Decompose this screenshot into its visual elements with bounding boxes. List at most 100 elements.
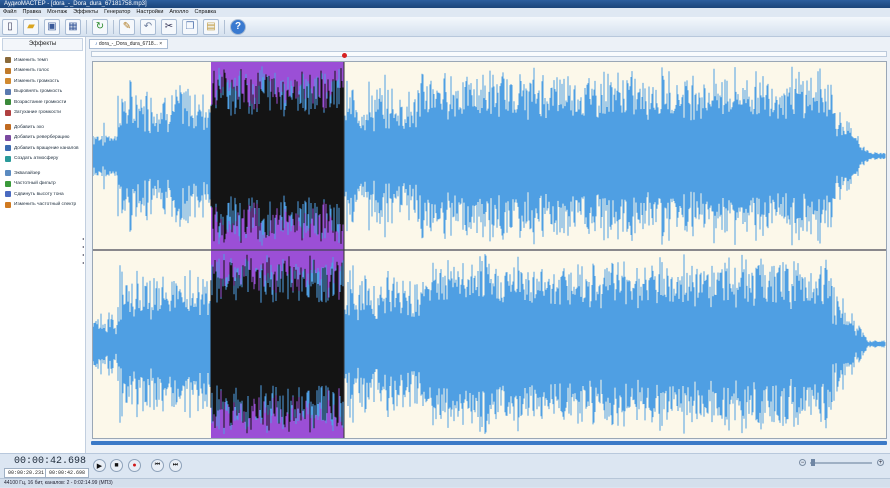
stop-icon: ■ <box>114 462 119 469</box>
selection-end-field[interactable]: 00:00:42.698 <box>45 468 90 478</box>
effects-list: Изменить темп Изменить голос Изменить гром… <box>0 55 85 210</box>
effect-item[interactable]: Сдвинуть высоту тона <box>0 189 85 200</box>
effect-label: Затухание громкости <box>14 110 61 116</box>
effect-icon <box>5 180 11 187</box>
zoom-slider-track[interactable] <box>810 462 872 464</box>
skip-back-button[interactable]: ⏮ <box>151 459 164 472</box>
menu-generator[interactable]: Генератор <box>104 8 130 17</box>
copy-icon: ❐ <box>185 21 195 32</box>
effect-item[interactable]: Добавить эхо <box>0 122 85 133</box>
effect-item[interactable]: Добавить вращение каналов <box>0 143 85 154</box>
cut-button[interactable]: ✂ <box>161 18 177 35</box>
refresh-button[interactable]: ↻ <box>92 18 108 35</box>
menu-apollo[interactable]: Аполло <box>169 8 188 17</box>
effect-item[interactable]: Изменить частотный спектр <box>0 200 85 211</box>
save-as-button[interactable]: ▦ <box>65 18 81 35</box>
chevron-left-icon: ◂ <box>82 244 85 249</box>
play-button[interactable]: ▶ <box>93 459 106 472</box>
effects-panel: Эффекты Изменить темп Изменить голос Измен… <box>0 37 86 476</box>
effect-label: Изменить голос <box>14 68 50 74</box>
play-icon: ▶ <box>96 462 103 470</box>
menu-effects[interactable]: Эффекты <box>73 8 98 17</box>
stop-button[interactable]: ■ <box>110 459 123 472</box>
transport-bar: 00:00:42.698 00:00:20.231 00:00:42.698 ▶… <box>0 453 890 478</box>
effect-item[interactable]: Затухание громкости <box>0 108 85 119</box>
effect-item[interactable]: Добавить реверберацию <box>0 133 85 144</box>
zoom-slider-thumb[interactable] <box>811 459 815 466</box>
effect-icon <box>5 67 11 74</box>
menu-montage[interactable]: Монтаж <box>47 8 67 17</box>
open-file-button[interactable]: ▰ <box>23 18 39 35</box>
effect-item[interactable]: Частотный фильтр <box>0 179 85 190</box>
selected-wave <box>210 254 344 434</box>
playhead-marker[interactable] <box>342 53 347 58</box>
toolbar: ▯ ▰ ▣ ▦ ↻ ✎ ↶ ✂ ❐ ▤ ? <box>0 17 890 37</box>
menu-settings[interactable]: Настройки <box>136 8 163 17</box>
waveform-view[interactable] <box>92 61 887 439</box>
close-icon[interactable]: × <box>159 41 162 47</box>
effect-icon <box>5 145 11 152</box>
effect-item[interactable]: Изменить темп <box>0 55 85 66</box>
effect-icon <box>5 124 11 131</box>
paste-icon: ▤ <box>206 21 216 32</box>
menu-help[interactable]: Справка <box>195 8 217 17</box>
menu-edit[interactable]: Правка <box>23 8 42 17</box>
toolbar-separator <box>113 19 114 34</box>
timeline-ruler[interactable] <box>91 51 887 57</box>
effect-label: Изменить частотный спектр <box>14 202 77 208</box>
effect-label: Выровнять громкость <box>14 89 63 95</box>
copy-button[interactable]: ❐ <box>182 18 198 35</box>
file-tab[interactable]: ♪ dora_-_Dora_dura_6718... × <box>89 39 169 49</box>
scissors-icon: ✂ <box>164 21 174 32</box>
effect-icon <box>5 57 11 64</box>
skip-forward-button[interactable]: ⏭ <box>169 459 182 472</box>
effect-item[interactable]: Создать атмосферу <box>0 154 85 165</box>
effect-icon <box>5 155 11 162</box>
save-file-button[interactable]: ▣ <box>44 18 60 35</box>
file-tab-label: dora_-_Dora_dura_6718... <box>98 41 158 47</box>
effects-header: Эффекты <box>2 38 83 51</box>
effect-icon <box>5 88 11 95</box>
help-icon: ? <box>234 21 242 32</box>
effect-icon <box>5 78 11 85</box>
effect-item[interactable]: Эквалайзер <box>0 168 85 179</box>
menu-file[interactable]: Файл <box>3 8 17 17</box>
effect-label: Частотный фильтр <box>14 181 56 187</box>
effect-icon <box>5 134 11 141</box>
effect-item[interactable]: Выровнять громкость <box>0 87 85 98</box>
toolbar-separator <box>86 19 87 34</box>
effect-icon <box>5 170 11 177</box>
save-icon: ▣ <box>47 21 57 32</box>
horizontal-scrollbar[interactable] <box>91 441 887 445</box>
undo-icon: ↶ <box>143 21 153 32</box>
effect-item[interactable]: Изменить голос <box>0 66 85 77</box>
effect-item[interactable]: Изменить громкость <box>0 76 85 87</box>
effect-label: Создать атмосферу <box>14 156 59 162</box>
selection-start-field[interactable]: 00:00:20.231 <box>4 468 49 478</box>
select-button[interactable]: ✎ <box>119 18 135 35</box>
zoom-in-button[interactable]: + <box>877 459 884 466</box>
new-file-button[interactable]: ▯ <box>2 18 18 35</box>
effect-icon <box>5 109 11 116</box>
undo-button[interactable]: ↶ <box>140 18 156 35</box>
waveform-svg <box>93 62 886 438</box>
select-icon: ✎ <box>122 21 132 32</box>
zoom-out-button[interactable]: − <box>799 459 806 466</box>
record-icon: ● <box>132 462 137 469</box>
effect-label: Эквалайзер <box>14 170 41 176</box>
effect-item[interactable]: Возрастание громкости <box>0 97 85 108</box>
paste-button[interactable]: ▤ <box>203 18 219 35</box>
save-as-icon: ▦ <box>68 21 78 32</box>
skip-back-icon: ⏮ <box>154 462 161 468</box>
help-button[interactable]: ? <box>230 18 246 35</box>
effect-label: Добавить реверберацию <box>14 135 70 141</box>
panel-collapse-handle[interactable]: ◂ ◂ ◂ ◂ <box>82 236 85 265</box>
chevron-left-icon: ◂ <box>82 260 85 265</box>
file-icon: ▯ <box>7 21 13 32</box>
record-button[interactable]: ● <box>128 459 141 472</box>
chevron-left-icon: ◂ <box>82 252 85 257</box>
effect-icon <box>5 201 11 208</box>
effect-label: Изменить громкость <box>14 78 60 84</box>
effect-label: Изменить темп <box>14 57 48 63</box>
effect-label: Возрастание громкости <box>14 99 67 105</box>
